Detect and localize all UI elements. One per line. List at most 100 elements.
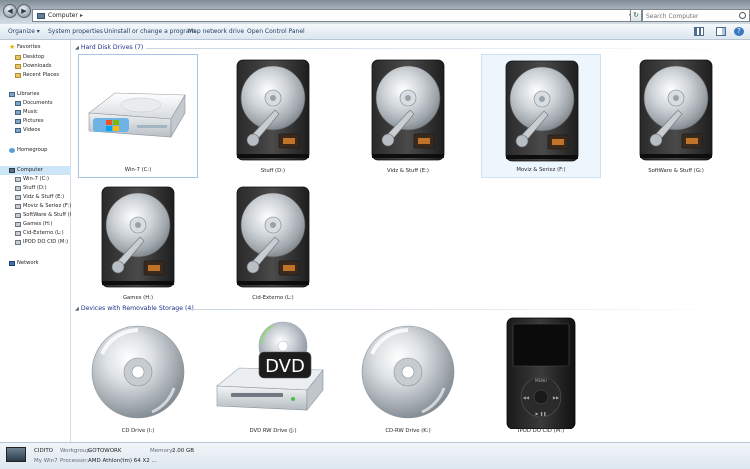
- nav-downloads[interactable]: Downloads: [0, 62, 71, 71]
- nav-music-label: Music: [23, 109, 38, 115]
- preview-pane-icon[interactable]: [716, 27, 726, 36]
- recent-places-icon: [15, 73, 21, 78]
- nav-libraries[interactable]: Libraries: [0, 90, 71, 99]
- uninstall-program-button[interactable]: Uninstall or change a program: [104, 28, 195, 36]
- forward-button[interactable]: ▶: [17, 4, 31, 18]
- group-header-hard-disk-drives[interactable]: ◢ Hard Disk Drives (7): [75, 44, 143, 51]
- back-arrow-icon: ◀: [7, 7, 13, 15]
- nav-drive-label: Stuff (D:): [23, 185, 47, 191]
- nav-documents[interactable]: Documents: [0, 99, 71, 108]
- drive-label: Cid-Externo (L:): [252, 295, 294, 301]
- navigation-pane: ★ Favorites Desktop Downloads Recent Pla…: [0, 40, 77, 442]
- open-control-panel-button[interactable]: Open Control Panel: [247, 28, 305, 36]
- back-button[interactable]: ◀: [3, 4, 17, 18]
- address-bar[interactable]: Computer ▸ ▾: [32, 9, 636, 22]
- help-icon[interactable]: ?: [734, 27, 744, 36]
- drive-label: CD Drive (I:): [121, 428, 155, 434]
- drive-tile-l[interactable]: Cid-Externo (L:): [213, 181, 333, 305]
- nav-drive-label: Moviz & Seriez (F:): [23, 203, 72, 209]
- drive-tile-k[interactable]: CD-RW Drive (K:): [348, 314, 468, 438]
- drive-tile-i[interactable]: CD Drive (I:): [78, 314, 198, 438]
- nav-desktop[interactable]: Desktop: [0, 53, 71, 62]
- collapse-arrow-icon[interactable]: ◢: [75, 306, 79, 312]
- drive-icon: [15, 177, 21, 182]
- hard-disk-icon: [236, 59, 310, 161]
- nav-drive-l[interactable]: Cid-Externo (L:): [0, 229, 71, 238]
- system-properties-button[interactable]: System properties: [48, 28, 103, 36]
- nav-desktop-label: Desktop: [23, 54, 45, 60]
- nav-favorites-label: Favorites: [17, 44, 41, 50]
- svg-text:▶ ❚❚: ▶ ❚❚: [535, 411, 546, 416]
- nav-network[interactable]: Network: [0, 259, 71, 268]
- nav-videos-label: Videos: [23, 127, 41, 133]
- drive-tile-e[interactable]: Vidz & Stuff (E:): [348, 54, 468, 178]
- nav-drive-e[interactable]: Vidz & Stuff (E:): [0, 193, 71, 202]
- svg-text:MENU: MENU: [535, 378, 547, 383]
- nav-libraries-label: Libraries: [17, 91, 40, 97]
- content-area: ◢ Hard Disk Drives (7) ◢ Devices with Remo…: [71, 40, 750, 442]
- drive-label: SoftWare & Stuff (G:): [648, 168, 704, 174]
- cd-disc-icon: [91, 325, 185, 419]
- homegroup-icon: [9, 148, 15, 153]
- search-input[interactable]: [646, 11, 738, 21]
- nav-drive-d[interactable]: Stuff (D:): [0, 184, 71, 193]
- nav-drive-label: Games (H:): [23, 221, 53, 227]
- drive-label: Vidz & Stuff (E:): [386, 168, 429, 174]
- cd-disc-icon: [361, 325, 455, 419]
- drive-label: Games (H:): [122, 295, 154, 301]
- nav-recent-places-label: Recent Places: [23, 72, 60, 78]
- svg-text:◀◀: ◀◀: [523, 395, 530, 400]
- change-view-icon[interactable]: [694, 27, 704, 36]
- organize-button[interactable]: Organize ▾: [8, 28, 40, 36]
- drive-tile-g[interactable]: SoftWare & Stuff (G:): [616, 54, 736, 178]
- nav-drive-label: Vidz & Stuff (E:): [23, 194, 65, 200]
- drive-icon: [15, 231, 21, 236]
- drive-tile-h[interactable]: Games (H:): [78, 181, 198, 305]
- memory-label: Memory:: [150, 448, 174, 454]
- music-icon: [15, 110, 21, 115]
- hard-disk-icon: [236, 186, 310, 288]
- nav-drive-h[interactable]: Games (H:): [0, 220, 71, 229]
- group-header-removable-storage[interactable]: ◢ Devices with Removable Storage (4): [75, 305, 194, 312]
- dvd-drive-icon: DVD: [216, 321, 324, 411]
- nav-music[interactable]: Music: [0, 108, 71, 117]
- drive-tile-m[interactable]: MENU ▶ ❚❚ ◀◀ ▶▶ IPOD DO CID (M:): [481, 314, 601, 438]
- nav-videos[interactable]: Videos: [0, 126, 71, 135]
- drive-tile-j[interactable]: DVD DVD RW Drive (J:): [213, 314, 333, 438]
- title-bar: ◀ ▶ Computer ▸ ▾ ↻: [0, 0, 750, 24]
- drive-label: IPOD DO CID (M:): [517, 428, 565, 434]
- hard-disk-icon: [101, 186, 175, 288]
- breadcrumb-computer[interactable]: Computer: [48, 12, 78, 20]
- nav-pictures[interactable]: Pictures: [0, 117, 71, 126]
- group-divider: [146, 48, 746, 49]
- network-icon: [9, 261, 15, 266]
- refresh-button[interactable]: ↻: [630, 9, 642, 22]
- breadcrumb-chevron-icon[interactable]: ▸: [80, 12, 83, 20]
- nav-homegroup[interactable]: Homegroup: [0, 146, 71, 155]
- computer-subtitle: My Win7: [34, 458, 58, 464]
- nav-drive-g[interactable]: SoftWare & Stuff (G:): [0, 211, 77, 220]
- command-bar: Organize ▾ System properties Uninstall o…: [0, 24, 750, 40]
- nav-favorites[interactable]: ★ Favorites: [0, 43, 71, 52]
- search-box[interactable]: [642, 9, 750, 22]
- downloads-icon: [15, 64, 21, 69]
- drive-tile-c[interactable]: Win-7 (C:): [78, 54, 198, 178]
- nav-homegroup-label: Homegroup: [17, 147, 48, 153]
- drive-tile-d[interactable]: Stuff (D:): [213, 54, 333, 178]
- nav-drive-f[interactable]: Moviz & Seriez (F:): [0, 202, 71, 211]
- nav-recent-places[interactable]: Recent Places: [0, 71, 71, 80]
- drive-tile-f[interactable]: Moviz & Seriez (F:): [481, 54, 601, 178]
- hard-disk-icon: [371, 59, 445, 161]
- collapse-arrow-icon[interactable]: ◢: [75, 45, 79, 51]
- drive-icon: [15, 195, 21, 200]
- nav-drive-m[interactable]: IPOD DO CID (M:): [0, 238, 71, 247]
- nav-drive-c[interactable]: Win-7 (C:): [0, 175, 71, 184]
- nav-computer[interactable]: Computer: [0, 166, 71, 175]
- computer-folder-icon: [37, 13, 45, 19]
- group-title: Hard Disk Drives (7): [80, 44, 144, 51]
- nav-drive-label: Cid-Externo (L:): [23, 230, 64, 236]
- nav-drive-label: SoftWare & Stuff (G:): [23, 212, 78, 218]
- map-network-drive-button[interactable]: Map network drive: [188, 28, 244, 36]
- computer-icon: [6, 447, 26, 462]
- drive-icon: [15, 186, 21, 191]
